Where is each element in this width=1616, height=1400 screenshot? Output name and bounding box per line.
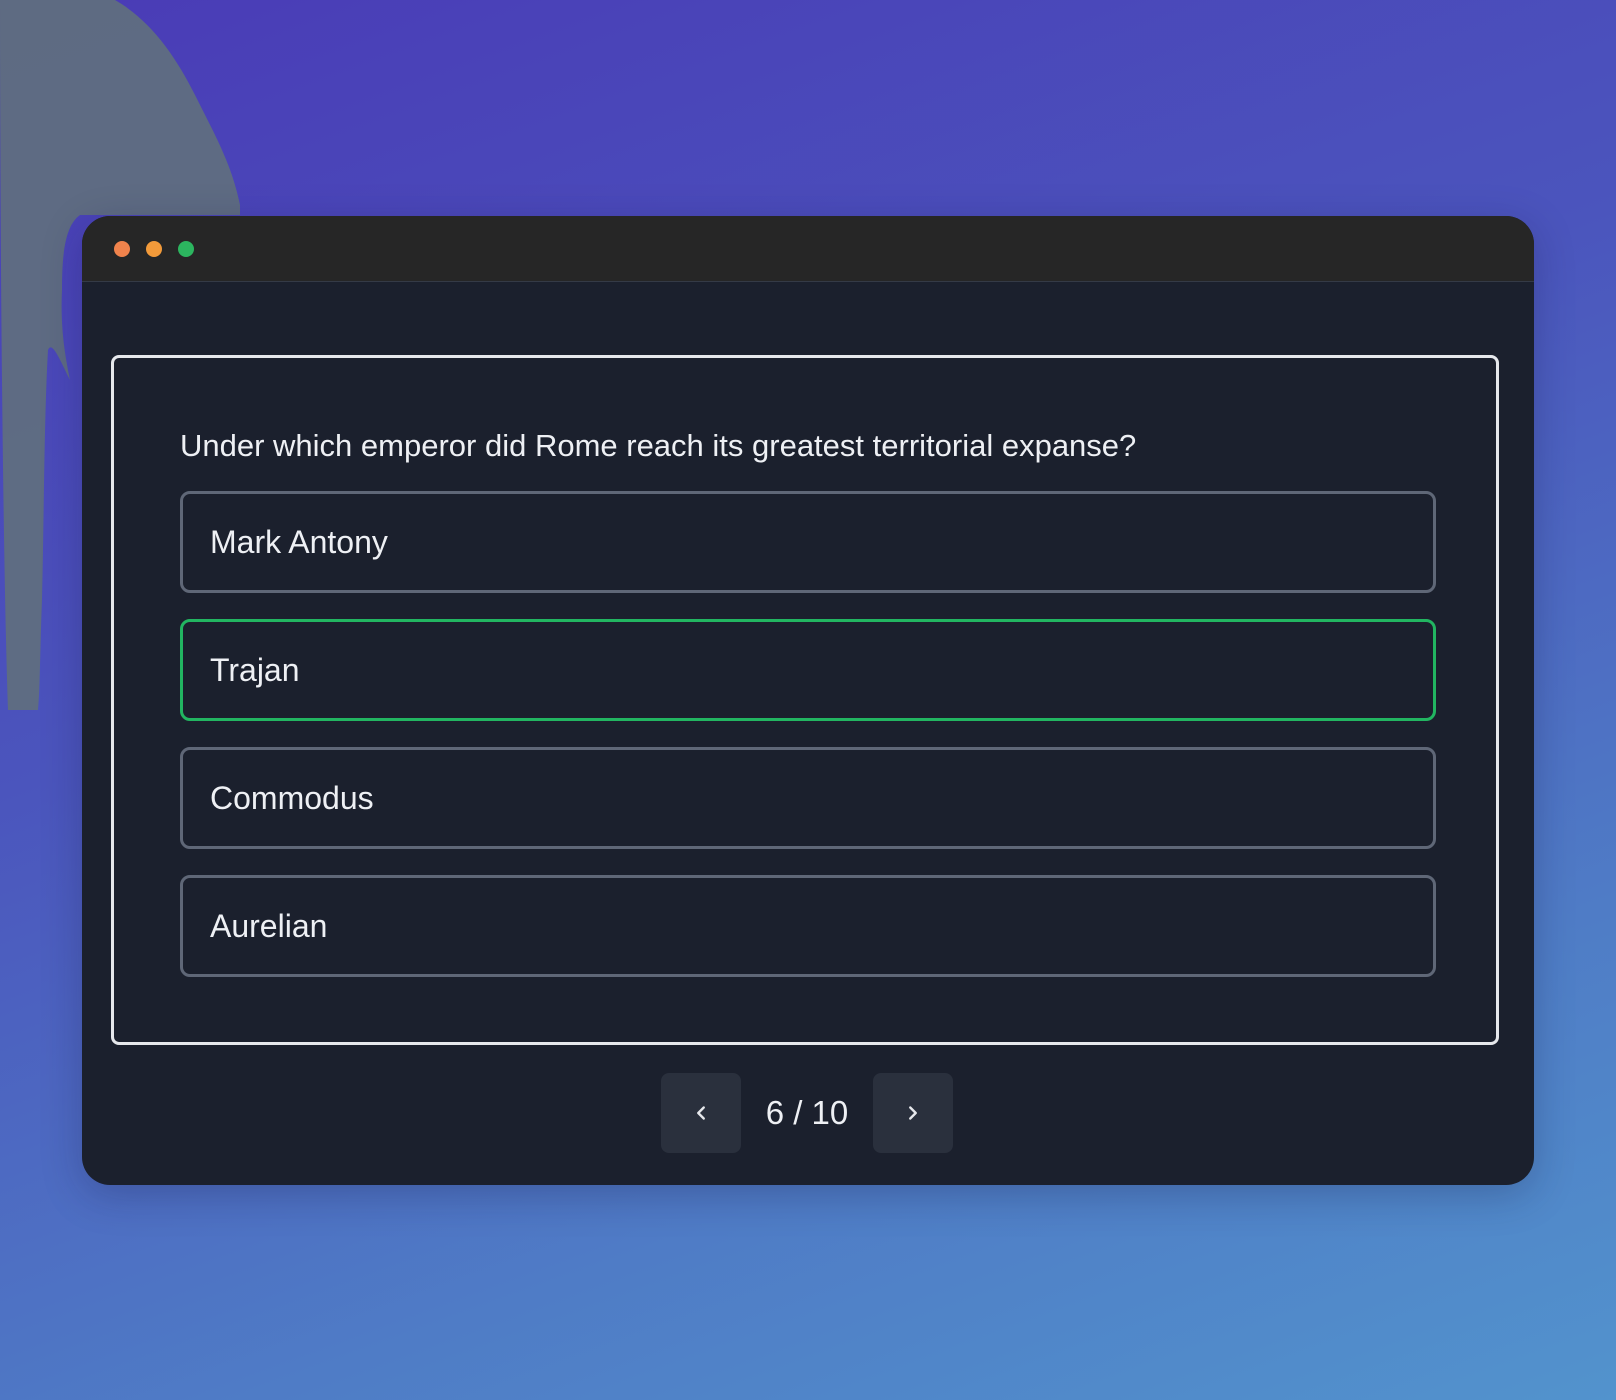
pagination: 6 / 10	[82, 1073, 1534, 1153]
chevron-right-icon	[909, 1106, 917, 1120]
answer-option-commodus[interactable]: Commodus	[180, 747, 1436, 849]
question-text: Under which emperor did Rome reach its g…	[180, 428, 1137, 463]
close-window-button[interactable]	[114, 241, 130, 257]
chevron-left-icon	[697, 1106, 705, 1120]
answer-option-label: Commodus	[210, 779, 374, 816]
minimize-window-button[interactable]	[146, 241, 162, 257]
previous-question-button[interactable]	[661, 1073, 741, 1153]
app-window: Under which emperor did Rome reach its g…	[82, 216, 1534, 1185]
answer-option-label: Trajan	[210, 651, 300, 688]
answer-option-mark-antony[interactable]: Mark Antony	[180, 491, 1436, 593]
window-titlebar	[82, 216, 1534, 282]
next-question-button[interactable]	[873, 1073, 953, 1153]
answer-option-label: Mark Antony	[210, 523, 388, 560]
maximize-window-button[interactable]	[178, 241, 194, 257]
quiz-card: Under which emperor did Rome reach its g…	[111, 355, 1499, 1045]
answer-option-label: Aurelian	[210, 907, 328, 944]
answer-option-trajan[interactable]: Trajan	[180, 619, 1436, 721]
page-indicator: 6 / 10	[765, 1094, 849, 1131]
answer-option-aurelian[interactable]: Aurelian	[180, 875, 1436, 977]
